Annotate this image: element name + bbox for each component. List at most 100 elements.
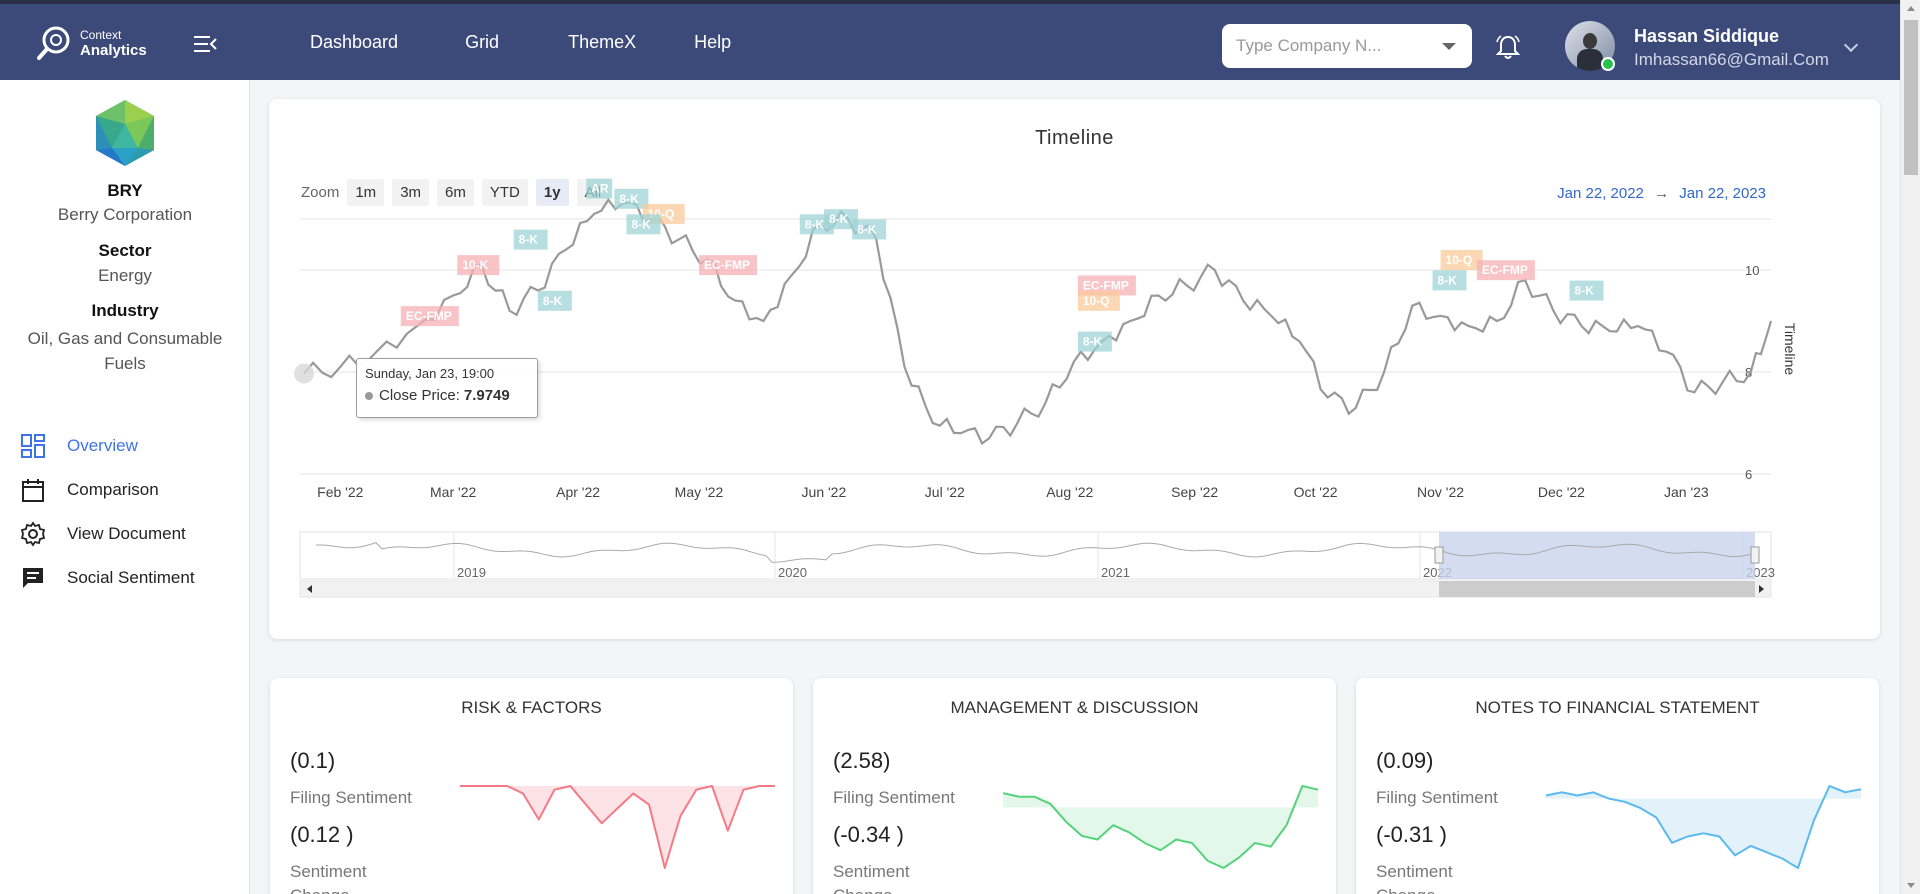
notification-bell-icon[interactable]	[1494, 33, 1522, 61]
navigator-selection	[1439, 532, 1755, 579]
scrollbar-thumb[interactable]	[1904, 20, 1918, 175]
sentiment-value: (-0.31 )	[1376, 822, 1447, 847]
y-axis-title: Timeline	[1782, 323, 1798, 376]
sentiment-label: Sentiment	[290, 862, 367, 881]
sidebar-item-social-sentiment[interactable]: Social Sentiment	[20, 556, 195, 600]
x-tick-label: Apr '22	[556, 484, 600, 500]
filing-marker-label: 8-K	[805, 217, 825, 231]
nav-help[interactable]: Help	[694, 32, 731, 53]
tooltip-date: Sunday, Jan 23, 19:00	[365, 366, 495, 381]
price-tooltip: Sunday, Jan 23, 19:00 Close Price: 7.974…	[356, 358, 538, 418]
sparkline-area	[1546, 786, 1861, 868]
sidebar-item-view-document[interactable]: View Document	[20, 512, 195, 556]
sentiment-change-label: Change	[1376, 886, 1436, 894]
tooltip-label: Close Price:	[379, 387, 460, 404]
filing-sentiment-value: (0.09)	[1376, 748, 1434, 773]
x-tick-label: Feb '22	[317, 484, 363, 500]
logo-text-line1: Context	[80, 28, 122, 42]
navigator-handle	[1750, 546, 1760, 564]
company-name: Berry Corporation	[57, 205, 193, 224]
sparkline-area	[1003, 786, 1318, 868]
sentiment-sparkline	[1546, 785, 1861, 869]
notes-financial-statement-card[interactable]: NOTES TO FINANCIAL STATEMENT (0.09) Fili…	[1356, 678, 1879, 894]
page-scrollbar[interactable]	[1900, 0, 1920, 894]
x-tick-label: Dec '22	[1538, 484, 1585, 500]
filing-marker-label: EC-FMP	[406, 309, 452, 323]
x-tick-label: May '22	[675, 484, 724, 500]
filing-marker-label: 8-K	[619, 192, 639, 206]
navigator-year-label: 2021	[1101, 565, 1130, 580]
top-navbar: Context Analytics Dashboard Grid ThemeX …	[0, 0, 1900, 80]
sentiment-value: (0.12 )	[290, 822, 354, 847]
filing-marker-label: 8-K	[1438, 273, 1458, 287]
filing-marker-label: 10-Q	[1083, 294, 1110, 308]
sentiment-value: (-0.34 )	[833, 822, 904, 847]
filing-marker-label: EC-FMP	[1482, 263, 1528, 277]
tooltip-value: 7.9749	[463, 387, 510, 404]
sidebar-item-overview[interactable]: Overview	[20, 424, 195, 468]
app-logo[interactable]: Context Analytics	[34, 22, 147, 64]
online-status-dot	[1601, 57, 1615, 71]
menu-collapse-icon[interactable]	[192, 34, 218, 54]
filing-marker-label: AR	[591, 182, 609, 196]
filing-marker-label: EC-FMP	[704, 258, 750, 272]
scroll-up-arrow-icon[interactable]	[1907, 6, 1915, 11]
y-tick-label: 10	[1745, 263, 1759, 278]
company-search-placeholder: Type Company N...	[1236, 36, 1382, 55]
nav-grid[interactable]: Grid	[465, 32, 499, 53]
x-tick-label: Jul '22	[925, 484, 965, 500]
calendar-icon	[22, 479, 44, 502]
card-title: MANAGEMENT & DISCUSSION	[950, 698, 1199, 717]
filing-marker-label: 8-K	[1575, 284, 1595, 298]
filing-sentiment-value: (0.1)	[290, 748, 336, 773]
sidebar-item-label: View Document	[67, 524, 186, 543]
x-tick-label: Aug '22	[1046, 484, 1093, 500]
sidebar-item-label: Comparison	[67, 480, 159, 499]
sector-label: Sector	[98, 241, 152, 260]
industry-label: Industry	[91, 301, 159, 320]
industry-value: Oil, Gas and Consumable Fuels	[27, 329, 223, 373]
company-search-select[interactable]: Type Company N...	[1222, 24, 1472, 68]
x-tick-label: Mar '22	[430, 484, 476, 500]
logo-magnifier-icon	[37, 26, 70, 60]
filing-marker-label: 8-K	[857, 222, 877, 236]
sector-value: Energy	[98, 266, 152, 285]
main-nav: Dashboard Grid ThemeX Help	[310, 32, 731, 53]
card-title: NOTES TO FINANCIAL STATEMENT	[1475, 698, 1760, 717]
nav-themex[interactable]: ThemeX	[568, 32, 636, 53]
logo-text-line2: Analytics	[80, 42, 147, 59]
filing-marker-label: 8-K	[829, 212, 849, 226]
chat-icon	[23, 568, 43, 588]
management-discussion-card[interactable]: MANAGEMENT & DISCUSSION (2.58) Filing Se…	[813, 678, 1336, 894]
sidebar-menu: Overview Comparison View Document Social…	[20, 424, 195, 600]
x-tick-label: Oct '22	[1294, 484, 1338, 500]
sparkline-area	[460, 786, 775, 868]
y-tick-label: 6	[1745, 467, 1752, 482]
risk-factors-card[interactable]: RISK & FACTORS (0.1) Filing Sentiment (0…	[270, 678, 793, 894]
sentiment-label: Sentiment	[833, 862, 910, 881]
user-menu-chevron-icon[interactable]	[1843, 37, 1859, 53]
navigator-year-label: 2019	[457, 565, 486, 580]
company-logo-icon	[96, 100, 154, 166]
navigator-year-label: 2020	[778, 565, 807, 580]
hover-marker	[294, 363, 315, 384]
sentiment-sparkline	[460, 785, 775, 869]
filing-marker-label: 8-K	[519, 233, 539, 247]
scroll-down-arrow-icon[interactable]	[1907, 883, 1915, 888]
filing-sentiment-label: Filing Sentiment	[1376, 788, 1498, 807]
nav-dashboard[interactable]: Dashboard	[310, 32, 398, 53]
filing-marker-label: 10-Q	[1446, 253, 1473, 267]
user-email[interactable]: Imhassan66@Gmail.Com	[1634, 50, 1829, 70]
x-tick-label: Jun '22	[802, 484, 847, 500]
sidebar-item-comparison[interactable]: Comparison	[20, 468, 195, 512]
filing-marker-label: EC-FMP	[1083, 279, 1129, 293]
sentiment-sparkline	[1003, 785, 1318, 869]
filing-sentiment-label: Filing Sentiment	[290, 788, 412, 807]
user-name[interactable]: Hassan Siddique	[1634, 26, 1779, 47]
sidebar-item-label: Overview	[67, 436, 138, 455]
tooltip-series-dot	[365, 391, 373, 400]
sentiment-label: Sentiment	[1376, 862, 1453, 881]
navigator-scrollbar-thumb	[1439, 581, 1755, 597]
gear-icon	[20, 521, 46, 547]
sentiment-change-label: Change	[833, 886, 893, 894]
